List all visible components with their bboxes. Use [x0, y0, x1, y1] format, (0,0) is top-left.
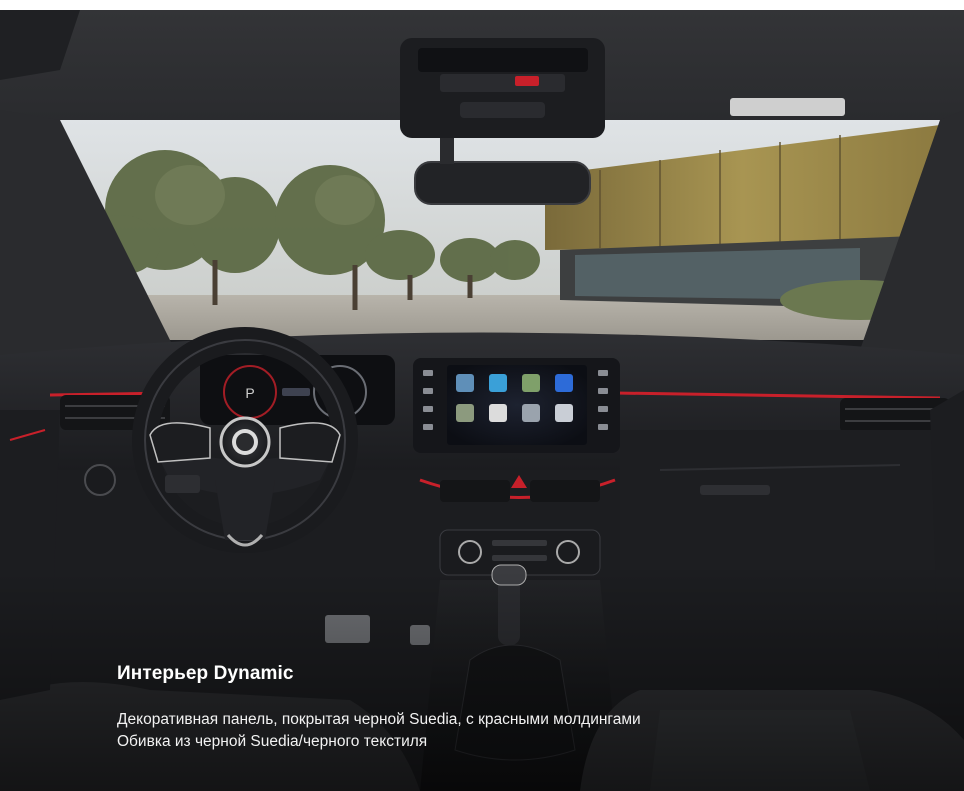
- caption-overlay: Интерьер Dynamic Декоративная панель, по…: [117, 662, 877, 753]
- infotainment-screen: [413, 358, 620, 453]
- app-icon-2[interactable]: [489, 374, 507, 392]
- app-icon-1[interactable]: [456, 374, 474, 392]
- cluster-gear-label: P: [245, 385, 254, 401]
- app-icon-6[interactable]: [489, 404, 507, 422]
- app-icon-4[interactable]: [555, 374, 573, 392]
- app-icon-8[interactable]: [555, 404, 573, 422]
- caption-title: Интерьер Dynamic: [117, 663, 294, 684]
- interior-photo-frame: P 0 Интерьер Dynamic Декоративная панель…: [0, 10, 964, 791]
- app-icon-3[interactable]: [522, 374, 540, 392]
- app-icon-5[interactable]: [456, 404, 474, 422]
- caption-line-2: Обивка из черной Suedia/черного текстиля: [117, 733, 428, 750]
- caption-line-1: Декоративная панель, покрытая черной Sue…: [117, 711, 641, 728]
- app-icon-7[interactable]: [522, 404, 540, 422]
- windshield-view: [60, 120, 940, 340]
